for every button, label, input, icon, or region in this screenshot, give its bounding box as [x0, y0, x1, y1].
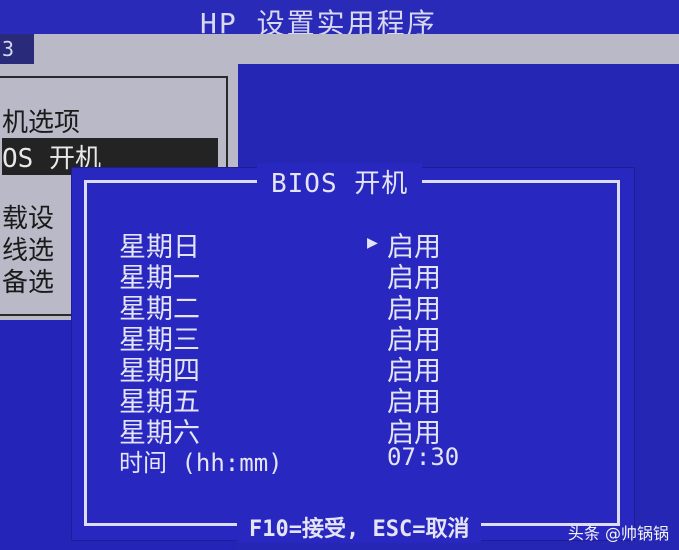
row-value-time[interactable]: 07:30	[387, 443, 459, 471]
watermark: 头条 @帅锅锅	[567, 524, 669, 543]
row-label-time[interactable]: 时间 (hh:mm)	[119, 443, 283, 478]
title-bar: HP 设置实用程序	[0, 0, 679, 40]
dialog-title: BIOS 开机	[257, 163, 423, 200]
bios-power-on-dialog: BIOS 开机 ▶ 星期日 启用 星期一 启用 星期二 启用 星期三 启用 星期…	[72, 163, 634, 543]
menu-tab-active[interactable]: З	[0, 34, 34, 64]
menu-bar: З	[0, 34, 679, 64]
selection-pointer-icon: ▶	[367, 232, 378, 253]
left-menu-item-boot-options[interactable]: 机选项	[2, 102, 80, 139]
left-menu-item-device-options[interactable]: 备选	[2, 262, 54, 299]
dialog-frame: BIOS 开机 ▶ 星期日 启用 星期一 启用 星期二 启用 星期三 启用 星期…	[84, 163, 620, 543]
dialog-footer-hint: F10=接受, ESC=取消	[237, 511, 482, 543]
